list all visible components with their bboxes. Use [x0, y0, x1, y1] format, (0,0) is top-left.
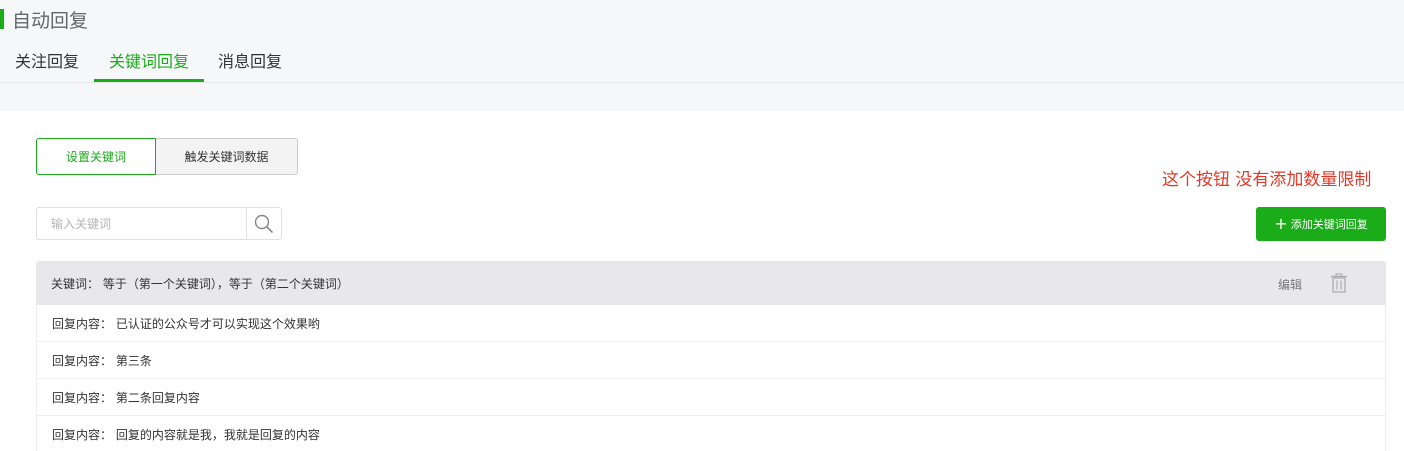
trash-icon[interactable]	[1330, 273, 1348, 293]
top-section: 自动回复 关注回复 关键词回复 消息回复	[0, 0, 1404, 111]
edit-button[interactable]: 编辑	[1278, 276, 1302, 293]
reply-content: 回复内容： 已认证的公众号才可以实现这个效果哟	[52, 316, 320, 331]
add-keyword-reply-label: 添加关键词回复	[1290, 218, 1368, 231]
active-tab-underline	[94, 79, 204, 82]
reply-row: 回复内容： 第三条	[36, 342, 1386, 379]
reply-content: 回复内容： 回复的内容就是我，我就是回复的内容	[52, 427, 320, 442]
set-keyword-button[interactable]: 设置关键词	[36, 138, 156, 175]
rule-keywords: 关键词： 等于（第一个关键词），等于（第二个关键词）	[51, 276, 349, 291]
search-icon	[254, 214, 273, 233]
search-box	[36, 207, 282, 240]
tab-keyword-reply[interactable]: 关键词回复	[109, 48, 189, 72]
reply-content: 回复内容： 第三条	[52, 353, 152, 368]
segmented-control: 设置关键词 触发关键词数据	[36, 138, 298, 175]
add-keyword-reply-button[interactable]: + 添加关键词回复	[1256, 207, 1386, 241]
page-title: 自动回复	[0, 4, 88, 34]
keyword-data-button[interactable]: 触发关键词数据	[156, 138, 298, 175]
reply-row: 回复内容： 回复的内容就是我，我就是回复的内容	[36, 416, 1386, 451]
keyword-rule-table: 关键词： 等于（第一个关键词），等于（第二个关键词） 编辑 回复内容： 已认证的…	[36, 261, 1386, 451]
reply-row: 回复内容： 已认证的公众号才可以实现这个效果哟	[36, 305, 1386, 342]
rule-header: 关键词： 等于（第一个关键词），等于（第二个关键词） 编辑	[36, 261, 1386, 305]
title-accent-bar	[0, 9, 4, 29]
annotation-note: 这个按钮 没有添加数量限制	[1162, 170, 1372, 190]
tab-bar: 关注回复 关键词回复 消息回复	[0, 40, 1404, 83]
search-input[interactable]	[37, 208, 247, 239]
reply-content: 回复内容： 第二条回复内容	[52, 390, 200, 405]
tab-message-reply[interactable]: 消息回复	[218, 48, 282, 72]
tab-follow-reply[interactable]: 关注回复	[15, 48, 79, 72]
plus-icon: +	[1274, 214, 1288, 233]
reply-row: 回复内容： 第二条回复内容	[36, 379, 1386, 416]
page-title-text: 自动回复	[12, 9, 89, 32]
main-panel: 设置关键词 触发关键词数据 这个按钮 没有添加数量限制 + 添加关键词回复 关键…	[0, 111, 1404, 451]
search-button[interactable]	[246, 208, 281, 239]
